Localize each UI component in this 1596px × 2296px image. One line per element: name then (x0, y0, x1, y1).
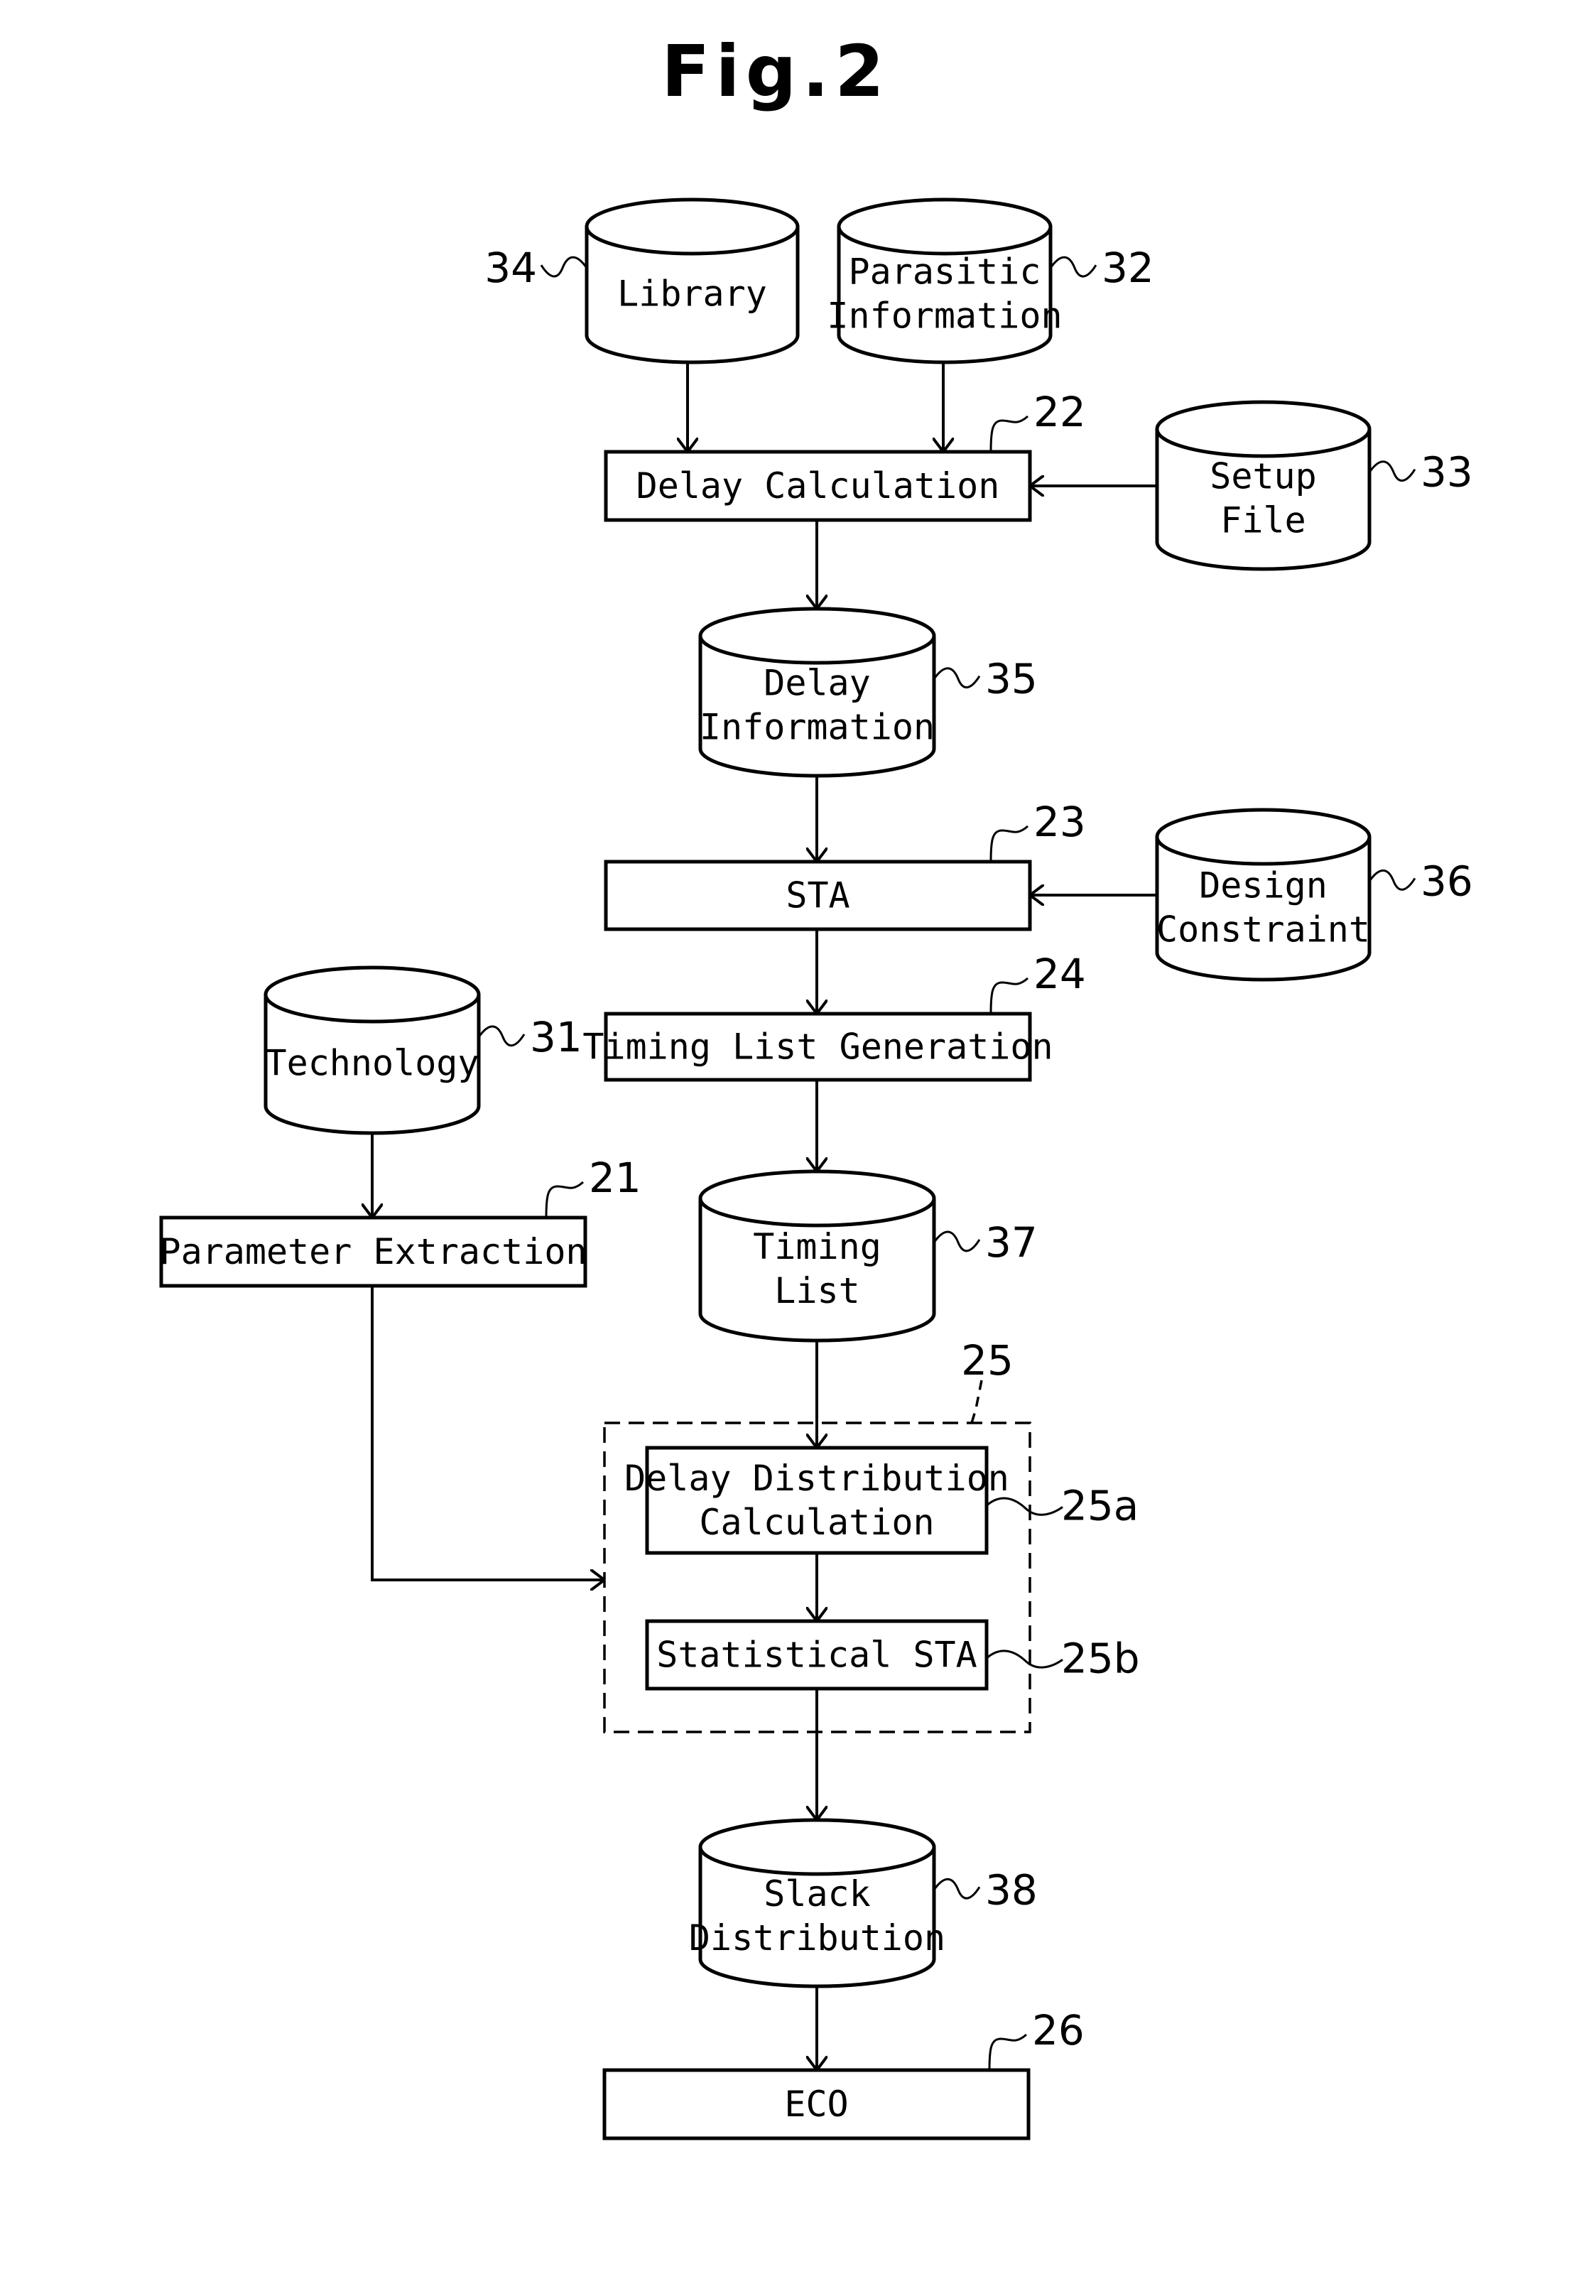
process-param-extract: Parameter Extraction21 (159, 1154, 641, 1288)
reference-number: 24 (1033, 950, 1086, 998)
process-sta-label: STA (786, 875, 849, 916)
process-timing-list-gen-label: Timing List Generation (582, 1027, 1053, 1068)
reference-number: 33 (1421, 448, 1473, 497)
process-sta: STA 23 (604, 798, 1086, 931)
database-library: Library 34 (484, 197, 800, 364)
process-eco: ECO 26 (602, 2006, 1085, 2140)
database-slack-dist-label: Distribution (689, 1917, 945, 1959)
process-timing-list-gen: Timing List Generation 24 (582, 950, 1086, 1082)
process-delay-calc: Delay Calculation 22 (604, 388, 1086, 522)
process-ssta: Statistical STA 25b (645, 1619, 1140, 1691)
reference-number: 25a (1061, 1481, 1139, 1529)
database-slack-dist: SlackDistribution 38 (689, 1818, 1038, 1988)
database-technology-label: Technology (265, 1043, 479, 1084)
database-slack-dist-label: Slack (764, 1873, 871, 1915)
process-ddc-label: Calculation (699, 1502, 934, 1543)
database-parasitic-label: Parasitic (849, 251, 1041, 293)
database-design-constraint-label: Design (1199, 865, 1328, 906)
database-setup-file-label: Setup (1210, 456, 1317, 497)
process-ddc: Delay DistributionCalculation 25a (624, 1446, 1139, 1555)
reference-number: 38 (985, 1866, 1038, 1914)
database-delay-info-label: Information (700, 707, 935, 748)
database-technology: Technology 31 (264, 965, 582, 1135)
reference-number: 23 (1033, 798, 1086, 846)
database-timing-list-label: List (774, 1270, 859, 1311)
process-delay-calc-label: Delay Calculation (636, 465, 1000, 507)
database-design-constraint-label: Constraint (1156, 909, 1370, 951)
database-setup-file-label: File (1220, 500, 1305, 541)
database-timing-list-label: Timing (753, 1226, 881, 1267)
reference-number: 32 (1102, 244, 1154, 292)
reference-number: 36 (1421, 857, 1473, 905)
database-design-constraint: DesignConstraint 36 (1155, 808, 1473, 982)
database-library-label: Library (617, 274, 767, 315)
reference-number: 34 (484, 244, 537, 292)
database-timing-list: TimingList 37 (698, 1169, 1038, 1343)
process-param-extract-label: Parameter Extraction (159, 1231, 587, 1272)
flow-diagram: Fig.2 Library34 ParasiticInformation32Set… (159, 30, 1473, 2140)
reference-number: 22 (1033, 388, 1086, 436)
database-setup-file: SetupFile 33 (1155, 400, 1473, 571)
reference-number: 37 (985, 1218, 1038, 1267)
process-ddc-label: Delay Distribution (624, 1458, 1009, 1499)
database-delay-info: DelayInformation 35 (698, 607, 1038, 778)
process-eco-label: ECO (784, 2084, 848, 2125)
database-delay-info-label: Delay (764, 663, 871, 704)
database-parasitic-label: Information (827, 296, 1062, 337)
reference-number: 21 (589, 1154, 641, 1202)
arrow-param-to-group (371, 1286, 604, 1580)
reference-number: 25 (961, 1336, 1014, 1385)
reference-number: 31 (530, 1013, 582, 1061)
database-parasitic: ParasiticInformation 32 (827, 197, 1154, 364)
reference-number: 35 (985, 655, 1038, 703)
reference-number: 26 (1032, 2006, 1085, 2054)
process-ssta-label: Statistical STA (656, 1635, 977, 1676)
figure-title: Fig.2 (661, 30, 890, 113)
reference-number: 25b (1061, 1634, 1140, 1682)
